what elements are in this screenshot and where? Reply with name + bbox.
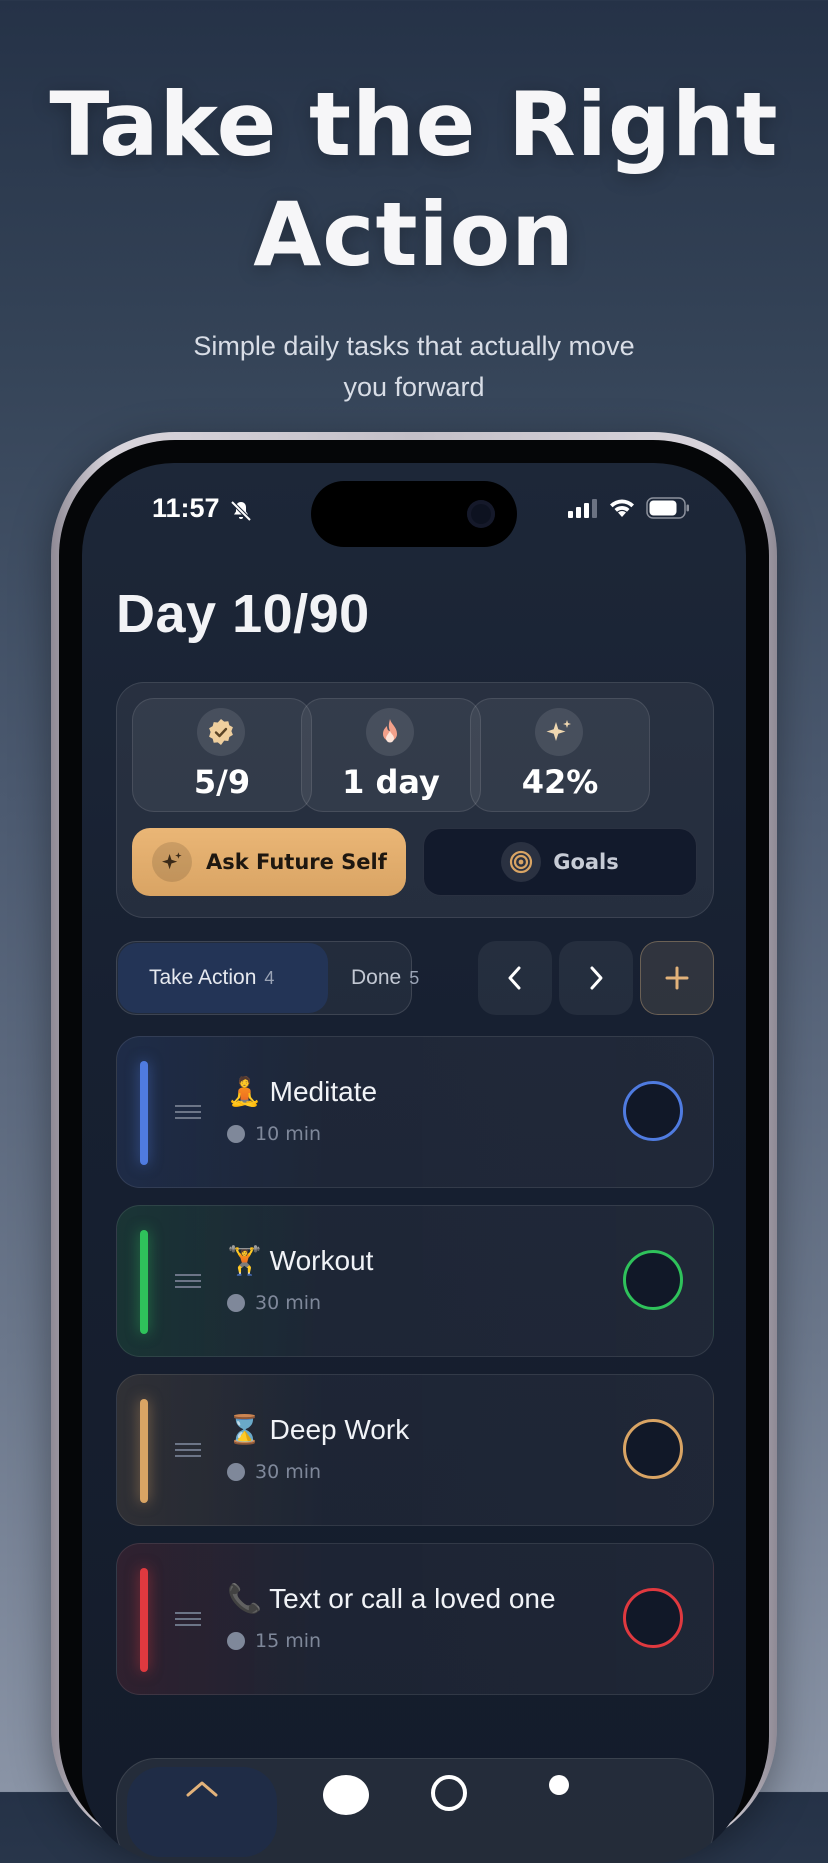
- task-color-bar: [140, 1061, 148, 1165]
- nav-chat-tab[interactable]: [313, 1771, 377, 1815]
- stat-streak: 1 day: [301, 698, 481, 812]
- task-duration-text: 30 min: [255, 1461, 322, 1483]
- task-card[interactable]: ⌛ Deep Work 30 min: [116, 1374, 714, 1526]
- clock-icon: [227, 1294, 245, 1312]
- brain-icon: [431, 1775, 467, 1811]
- stat-streak-value: 1 day: [342, 763, 440, 801]
- task-duration-text: 30 min: [255, 1292, 322, 1314]
- battery-icon: [646, 497, 689, 519]
- task-complete-checkbox[interactable]: [623, 1588, 683, 1648]
- task-tabs: Take Action 4 Done 5: [116, 941, 419, 1015]
- hero-title-line-1: Take the Right: [49, 73, 779, 176]
- sparkle-icon: [152, 842, 192, 882]
- stat-progress-value: 42%: [521, 763, 599, 801]
- task-complete-checkbox[interactable]: [623, 1419, 683, 1479]
- task-duration-text: 10 min: [255, 1123, 322, 1145]
- task-emoji-icon: ⌛: [227, 1414, 262, 1445]
- sparkle-icon: [535, 708, 583, 756]
- hero-subtitle-line-1: Simple daily tasks that actually move: [193, 331, 635, 361]
- tab-done[interactable]: Done 5: [351, 966, 419, 990]
- drag-handle-icon[interactable]: [175, 1274, 201, 1292]
- nav-home-tab[interactable]: [127, 1767, 277, 1857]
- tab-done-label: Done: [351, 966, 402, 989]
- task-color-bar: [140, 1568, 148, 1672]
- task-complete-checkbox[interactable]: [623, 1250, 683, 1310]
- hero-title: Take the Right Action: [0, 70, 828, 290]
- task-duration: 30 min: [227, 1461, 321, 1483]
- task-title-text: Deep Work: [269, 1414, 410, 1445]
- task-duration: 15 min: [227, 1630, 321, 1652]
- status-time: 11:57: [152, 493, 220, 523]
- task-complete-checkbox[interactable]: [623, 1081, 683, 1141]
- stat-completed-value: 5/9: [193, 763, 251, 801]
- drag-handle-icon[interactable]: [175, 1105, 201, 1123]
- add-task-button[interactable]: [640, 941, 714, 1015]
- nav-brain-tab[interactable]: [417, 1771, 481, 1811]
- task-duration-text: 15 min: [255, 1630, 322, 1652]
- tab-take-action-label: Take Action: [149, 966, 257, 989]
- task-title: 🧘 Meditate: [227, 1075, 377, 1108]
- task-title-text: Meditate: [269, 1076, 378, 1107]
- task-duration: 30 min: [227, 1292, 321, 1314]
- task-title: 🏋️ Workout: [227, 1244, 373, 1277]
- clock-icon: [227, 1463, 245, 1481]
- task-title-text: Workout: [269, 1245, 374, 1276]
- tab-take-action-count: 4: [264, 968, 275, 988]
- task-emoji-icon: 🧘: [227, 1076, 262, 1107]
- bottom-navigation: [116, 1758, 714, 1863]
- task-title-text: Text or call a loved one: [269, 1583, 556, 1614]
- target-icon: [501, 842, 542, 882]
- nav-profile-tab[interactable]: [527, 1771, 591, 1811]
- chat-icon: [323, 1775, 369, 1815]
- check-badge-icon: [197, 708, 245, 756]
- chevron-left-icon: [508, 966, 521, 990]
- clock-icon: [227, 1125, 245, 1143]
- ask-future-self-label: Ask Future Self: [206, 850, 387, 874]
- task-emoji-icon: 🏋️: [227, 1245, 262, 1276]
- task-title: ⌛ Deep Work: [227, 1413, 409, 1446]
- day-title: Day 10/90: [116, 584, 370, 644]
- drag-handle-icon[interactable]: [175, 1443, 201, 1461]
- camera-icon: [467, 500, 495, 528]
- home-icon: [186, 1781, 218, 1797]
- task-title: 📞 Text or call a loved one: [227, 1582, 556, 1615]
- stats-panel: 5/9 1 day 42% Ask Future Self Goals: [116, 682, 714, 918]
- clock-icon: [227, 1632, 245, 1650]
- task-emoji-icon: 📞: [227, 1583, 262, 1614]
- stat-progress: 42%: [470, 698, 650, 812]
- task-color-bar: [140, 1230, 148, 1334]
- hero-title-line-2: Action: [253, 183, 575, 286]
- next-day-button[interactable]: [559, 941, 633, 1015]
- task-card[interactable]: 🏋️ Workout 30 min: [116, 1205, 714, 1357]
- previous-day-button[interactable]: [478, 941, 552, 1015]
- chevron-right-icon: [590, 966, 603, 990]
- goals-button[interactable]: Goals: [423, 828, 697, 896]
- app-screen: 11:57 Day 10/90 5/9 1 day 42% Ask Future…: [82, 463, 746, 1863]
- dynamic-island: [311, 481, 517, 547]
- task-color-bar: [140, 1399, 148, 1503]
- profile-icon: [549, 1775, 569, 1795]
- hero-subtitle: Simple daily tasks that actually move yo…: [150, 326, 678, 408]
- drag-handle-icon[interactable]: [175, 1612, 201, 1630]
- goals-label: Goals: [553, 850, 619, 874]
- hero-subtitle-line-2: you forward: [343, 372, 485, 402]
- tab-done-count: 5: [409, 968, 420, 988]
- bell-muted-icon: [230, 500, 252, 522]
- task-card[interactable]: 📞 Text or call a loved one 15 min: [116, 1543, 714, 1695]
- stat-completed: 5/9: [132, 698, 312, 812]
- wifi-icon: [610, 499, 634, 517]
- ask-future-self-button[interactable]: Ask Future Self: [132, 828, 406, 896]
- tab-take-action-text[interactable]: Take Action 4: [149, 966, 274, 990]
- status-indicators: [568, 497, 690, 519]
- task-card[interactable]: 🧘 Meditate 10 min: [116, 1036, 714, 1188]
- task-duration: 10 min: [227, 1123, 321, 1145]
- plus-icon: [665, 966, 689, 990]
- cellular-signal-icon: [568, 499, 597, 518]
- flame-icon: [366, 708, 414, 756]
